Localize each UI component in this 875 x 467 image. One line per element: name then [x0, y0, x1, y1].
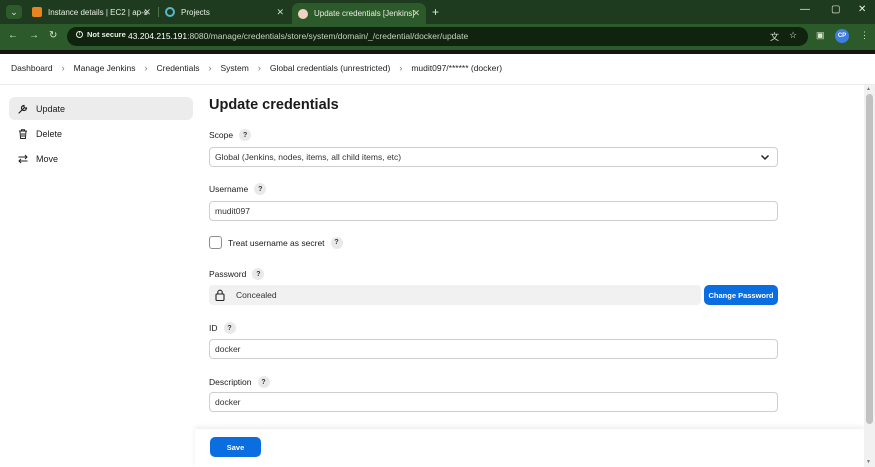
- scroll-down-icon[interactable]: ▼: [866, 459, 871, 465]
- scroll-up-icon[interactable]: ▲: [866, 86, 871, 92]
- description-input[interactable]: docker: [209, 392, 778, 412]
- description-label-text: Description: [209, 377, 252, 387]
- warning-icon: !: [76, 31, 83, 38]
- sidebar-item-label: Delete: [36, 128, 63, 139]
- sidebar-item-update[interactable]: Update: [9, 97, 193, 120]
- breadcrumb-credentials[interactable]: Credentials: [157, 63, 200, 73]
- url-path: :8080/manage/credentials/store/system/do…: [187, 31, 469, 41]
- form-footer: [195, 429, 864, 467]
- help-icon[interactable]: ?: [252, 268, 265, 280]
- description-value: docker: [215, 397, 241, 407]
- chevron-right-icon: ›: [61, 63, 65, 73]
- id-value: docker: [215, 344, 241, 354]
- close-tab-icon[interactable]: ✕: [143, 7, 151, 18]
- description-label: Description ?: [209, 376, 270, 388]
- treat-secret-row: Treat username as secret ?: [209, 236, 343, 249]
- arrows-icon: [17, 153, 29, 165]
- chevron-down-icon: [760, 152, 770, 164]
- sidebar-item-label: Update: [36, 103, 66, 114]
- password-field: Concealed: [209, 285, 701, 305]
- password-label-text: Password: [209, 269, 247, 279]
- projects-favicon-icon: [165, 7, 175, 17]
- wrench-icon: [17, 103, 29, 115]
- forward-icon[interactable]: →: [29, 30, 39, 41]
- breadcrumb: Dashboard › Manage Jenkins › Credentials…: [11, 63, 502, 73]
- maximize-icon[interactable]: ▢: [831, 4, 840, 15]
- sidebar-item-delete[interactable]: Delete: [9, 122, 193, 145]
- username-value: mudit097: [215, 206, 250, 216]
- help-icon[interactable]: ?: [330, 236, 343, 249]
- browser-tab-ec2[interactable]: Instance details | EC2 | ap-south ✕: [26, 2, 157, 22]
- reload-icon[interactable]: ↻: [49, 30, 57, 41]
- close-window-icon[interactable]: ✕: [858, 4, 866, 15]
- security-chip[interactable]: ! Not secure: [76, 30, 126, 39]
- chevron-right-icon: ›: [399, 63, 403, 73]
- treat-secret-label: Treat username as secret: [228, 237, 325, 248]
- breadcrumb-current-credential[interactable]: mudit097/****** (docker): [411, 63, 502, 73]
- breadcrumb-system[interactable]: System: [221, 63, 249, 73]
- trash-icon: [17, 128, 29, 140]
- minimize-icon[interactable]: —: [800, 4, 810, 15]
- help-icon[interactable]: ?: [257, 376, 270, 388]
- scope-value: Global (Jenkins, nodes, items, all child…: [215, 152, 402, 162]
- tab-title: Update credentials [Jenkins]: [314, 9, 415, 18]
- scope-label: Scope ?: [209, 129, 252, 141]
- sidebar-item-label: Move: [36, 153, 59, 164]
- aws-favicon-icon: [32, 7, 42, 17]
- id-input[interactable]: docker: [209, 339, 778, 359]
- profile-avatar[interactable]: CP: [835, 29, 849, 43]
- save-button[interactable]: Save: [210, 437, 261, 457]
- scope-label-text: Scope: [209, 130, 234, 140]
- lock-icon: [215, 289, 225, 301]
- tab-search-button[interactable]: ⌄: [6, 5, 22, 19]
- breadcrumb-manage-jenkins[interactable]: Manage Jenkins: [74, 63, 136, 73]
- translate-icon[interactable]: 文: [770, 30, 779, 43]
- bookmark-star-icon[interactable]: ☆: [789, 30, 797, 41]
- breadcrumb-dashboard[interactable]: Dashboard: [11, 63, 53, 73]
- username-label: Username ?: [209, 183, 267, 195]
- username-label-text: Username: [209, 184, 249, 194]
- chevron-right-icon: ›: [144, 63, 148, 73]
- help-icon[interactable]: ?: [254, 183, 267, 195]
- help-icon[interactable]: ?: [223, 322, 236, 334]
- id-label: ID ?: [209, 322, 236, 334]
- browser-menu-icon[interactable]: ⋮: [860, 30, 869, 41]
- scope-select[interactable]: Global (Jenkins, nodes, items, all child…: [209, 147, 778, 167]
- tab-title: Projects: [181, 7, 210, 17]
- close-tab-icon[interactable]: ✕: [276, 7, 284, 18]
- treat-secret-checkbox[interactable]: [209, 236, 222, 249]
- close-tab-icon[interactable]: ✕: [412, 8, 420, 19]
- sidebar-item-move[interactable]: Move: [9, 147, 193, 170]
- password-value: Concealed: [236, 290, 277, 300]
- url-host: 43.204.215.191: [128, 31, 188, 41]
- id-label-text: ID: [209, 323, 218, 333]
- help-icon[interactable]: ?: [239, 129, 252, 141]
- chevron-right-icon: ›: [208, 63, 212, 73]
- security-label: Not secure: [87, 30, 126, 39]
- back-icon[interactable]: ←: [8, 30, 18, 41]
- browser-tab-projects[interactable]: Projects ✕: [159, 2, 290, 22]
- sidepanel-icon[interactable]: ▣: [816, 30, 825, 41]
- scrollbar-thumb[interactable]: [866, 94, 873, 424]
- url-text[interactable]: 43.204.215.191:8080/manage/credentials/s…: [128, 31, 468, 41]
- page-title: Update credentials: [209, 97, 339, 113]
- username-input[interactable]: mudit097: [209, 201, 778, 221]
- jenkins-favicon-icon: [298, 8, 308, 19]
- breadcrumb-global-credentials[interactable]: Global credentials (unrestricted): [270, 63, 390, 73]
- password-label: Password ?: [209, 268, 265, 280]
- change-password-button[interactable]: Change Password: [704, 285, 778, 305]
- chevron-right-icon: ›: [257, 63, 261, 73]
- new-tab-icon[interactable]: +: [432, 5, 439, 19]
- tab-title: Instance details | EC2 | ap-south: [48, 7, 148, 17]
- browser-tab-jenkins[interactable]: Update credentials [Jenkins] ✕: [292, 3, 426, 24]
